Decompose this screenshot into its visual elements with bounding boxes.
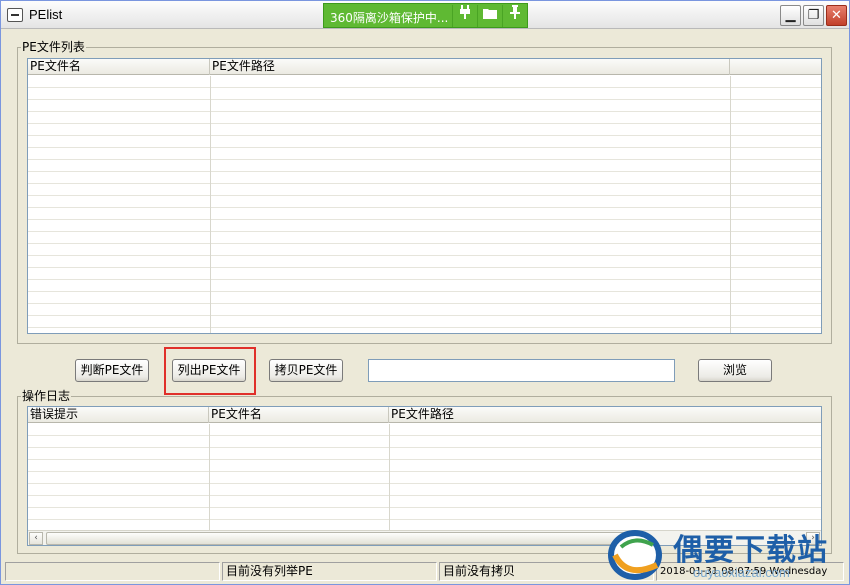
watermark-subtitle: ouyaoxiazai.com [693,565,790,580]
maximize-button[interactable]: ❐ [803,5,824,26]
log-group-label: 操作日志 [21,389,72,403]
column-header-pe-filename[interactable]: PE文件名 [28,59,210,75]
minimize-button[interactable]: ▁ [780,5,801,26]
window-title: PElist [29,7,63,22]
pe-list-header: PE文件名 PE文件路径 [28,59,821,75]
pe-list-rows[interactable] [28,76,821,333]
log-list-rows[interactable] [28,424,821,530]
column-divider [210,76,211,333]
judge-pe-button[interactable]: 判断PE文件 [75,359,149,382]
pelist-window: PElist 360隔离沙箱保护中... ▁ ❐ ✕ PE文件列表 PE文件名 … [0,0,850,585]
watermark-logo-icon [608,530,662,580]
column-header-extra[interactable] [730,59,821,75]
browse-button[interactable]: 浏览 [698,359,772,382]
app-menu-icon[interactable] [7,8,23,22]
column-divider [209,424,210,530]
pin-icon[interactable] [502,5,526,27]
status-panel-list: 目前没有列举PE [222,562,437,581]
path-input[interactable] [368,359,675,382]
log-list-header: 错误提示 PE文件名 PE文件路径 [28,407,821,423]
column-header-path[interactable]: PE文件路径 [389,407,821,423]
column-header-error[interactable]: 错误提示 [28,407,209,423]
plug-icon[interactable] [452,5,476,27]
pe-list-group-label: PE文件列表 [21,40,86,54]
sandbox-banner-text: 360隔离沙箱保护中... [330,11,449,25]
column-header-pe-path[interactable]: PE文件路径 [210,59,730,75]
pe-file-list[interactable]: PE文件名 PE文件路径 [27,58,822,334]
column-header-filename[interactable]: PE文件名 [209,407,389,423]
list-pe-button[interactable]: 列出PE文件 [172,359,246,382]
watermark: 偶要下载站 ouyaoxiazai.com [607,523,847,585]
sandbox-banner: 360隔离沙箱保护中... [323,3,528,28]
watermark-title: 偶要下载站 [673,533,828,568]
column-divider [730,76,731,333]
column-divider [389,424,390,530]
copy-pe-button[interactable]: 拷贝PE文件 [269,359,343,382]
status-panel-0 [5,562,220,581]
pe-list-group: PE文件列表 PE文件名 PE文件路径 [17,40,832,344]
folder-icon[interactable] [477,5,501,27]
scroll-thumb[interactable] [46,532,626,545]
title-bar[interactable]: PElist 360隔离沙箱保护中... ▁ ❐ ✕ [1,1,849,29]
scroll-left-icon[interactable]: ‹ [29,532,43,545]
close-button[interactable]: ✕ [826,5,847,26]
